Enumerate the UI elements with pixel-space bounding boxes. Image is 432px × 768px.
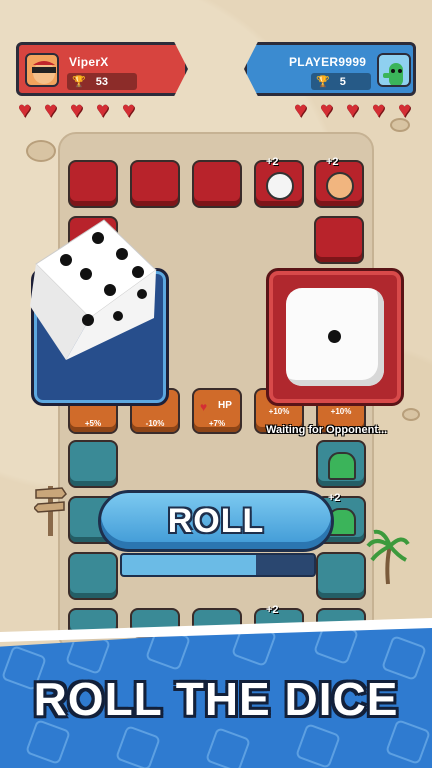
board-tile-monster: +2 [314, 156, 364, 208]
board-tile-current [316, 440, 366, 488]
trophy-icon: 🏆 [316, 76, 330, 88]
die-pip [328, 330, 341, 343]
player-right-trophy-box: 🏆 5 [311, 73, 371, 90]
roll-progress-bar [120, 553, 316, 577]
heart-icon: ♥ [294, 97, 308, 122]
heart-icon: ♥ [398, 97, 412, 122]
board-tile [68, 440, 118, 488]
heart-icon: ♥ [372, 97, 386, 122]
board-tile [68, 552, 118, 600]
buff-label: -10% [145, 419, 165, 428]
tile-badge: +2 [266, 156, 279, 168]
heart-icon: ♥ [96, 97, 110, 122]
board-tile [130, 160, 180, 208]
player-left-bar: ViperX 🏆 53 [16, 42, 188, 96]
player-right-avatar [377, 53, 411, 87]
board-tile [68, 160, 118, 208]
opponent-dice-panel [266, 268, 404, 406]
roll-button[interactable]: ROLL [98, 490, 334, 552]
palm-tree-icon [366, 529, 410, 585]
tile-badge: +2 [266, 604, 279, 616]
player-left-name: ViperX [69, 55, 109, 69]
roll-progress-fill [122, 555, 257, 575]
rolling-dice-icon[interactable] [26, 214, 166, 364]
buff-tile: HP ♥ +7% [192, 388, 242, 434]
heart-icon: ♥ [44, 97, 58, 122]
opponent-die [286, 288, 384, 386]
roll-button-label: ROLL [167, 501, 265, 540]
player-left-hearts: ♥ ♥ ♥ ♥ ♥ [18, 97, 144, 122]
tile-badge: +2 [326, 156, 339, 168]
buff-title: HP [218, 400, 232, 411]
player-right-hearts: ♥ ♥ ♥ ♥ ♥ [294, 97, 420, 122]
buff-label: +10% [330, 407, 352, 416]
dice-icon [204, 726, 252, 768]
heart-icon: ♥ [122, 97, 136, 122]
heart-icon: ♥ [70, 97, 84, 122]
dice-icon [294, 722, 342, 768]
buff-label: +5% [84, 419, 102, 428]
board-tile [192, 160, 242, 208]
snowman-icon [266, 172, 294, 200]
heart-icon: ♥ [18, 97, 32, 122]
player-right-bar: PLAYER9999 🏆 5 [244, 42, 416, 96]
player-left-trophy-box: 🏆 53 [67, 73, 137, 90]
player-right-name: PLAYER9999 [289, 55, 367, 69]
dice-icon [114, 724, 162, 768]
banner-title: ROLL THE DICE [33, 673, 399, 725]
cactus-icon [328, 452, 356, 480]
waiting-status: Waiting for Opponent... [266, 424, 388, 436]
player-right-trophies: 5 [339, 75, 346, 88]
player-left-trophies: 53 [95, 75, 108, 88]
chef-icon [326, 172, 354, 200]
heart-icon: ♥ [320, 97, 334, 122]
rock [402, 408, 420, 421]
signpost-icon [34, 486, 67, 536]
heart-icon: ♥ [200, 400, 208, 414]
board-tile [314, 216, 364, 264]
rock [26, 140, 56, 162]
board-tile [316, 552, 366, 600]
heart-icon: ♥ [346, 97, 360, 122]
trophy-icon: 🏆 [72, 76, 86, 88]
buff-label: +7% [208, 419, 226, 428]
buff-label: +10% [268, 407, 290, 416]
board-tile-monster: +2 [254, 156, 304, 208]
tile-badge: +2 [328, 492, 341, 504]
player-left-avatar [25, 53, 59, 87]
